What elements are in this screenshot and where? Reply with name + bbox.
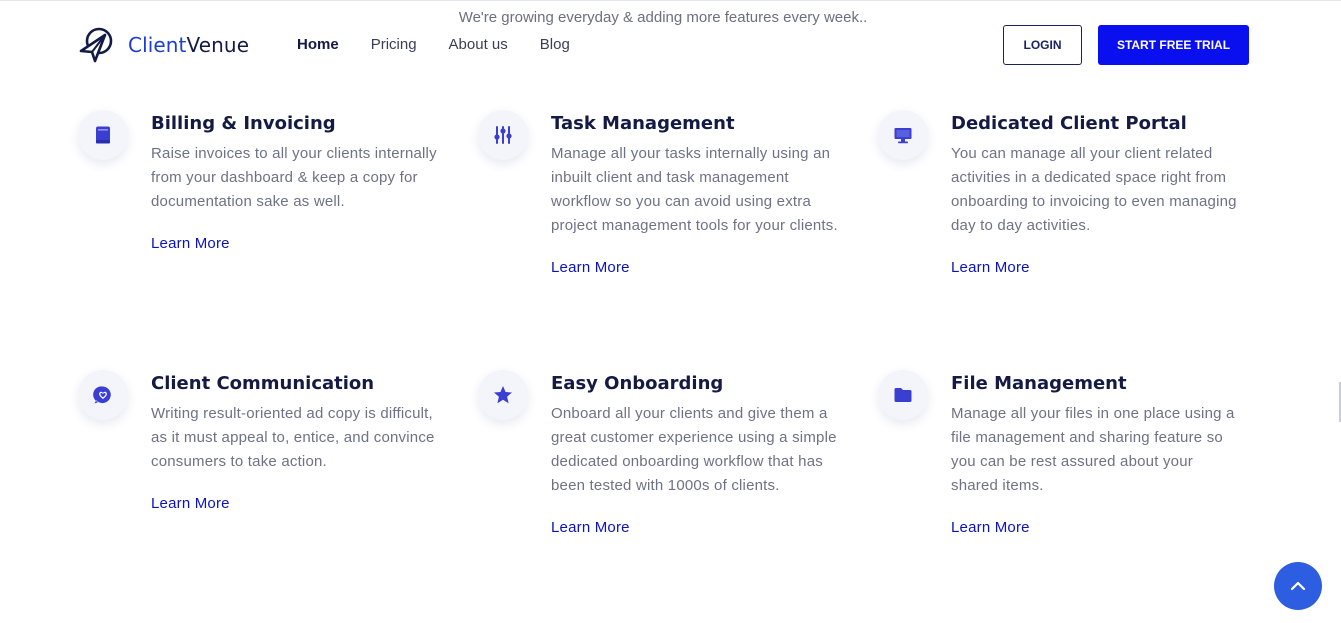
- book-icon: [96, 126, 110, 144]
- main-nav: Home Pricing About us Blog: [297, 36, 570, 53]
- brand-name-part2: Venue: [186, 33, 250, 57]
- feature-icon-badge: [878, 370, 928, 420]
- feature-title: Dedicated Client Portal: [951, 113, 1187, 134]
- feature-title: Task Management: [551, 113, 735, 134]
- feature-title: Billing & Invoicing: [151, 113, 336, 134]
- learn-more-link[interactable]: Learn More: [951, 516, 1030, 540]
- learn-more-link[interactable]: Learn More: [151, 492, 230, 516]
- feature-title: File Management: [951, 373, 1127, 394]
- feature-body: You can manage all your client related a…: [951, 142, 1241, 280]
- feature-description: Writing result-oriented ad copy is diffi…: [151, 405, 435, 470]
- brand-logo[interactable]: ClientVenue: [77, 25, 249, 65]
- feature-body: Manage all your tasks internally using a…: [551, 142, 841, 280]
- feature-body: Raise invoices to all your clients inter…: [151, 142, 441, 256]
- brand-name-part1: Client: [128, 33, 187, 57]
- feature-icon-badge: [78, 110, 128, 160]
- heart-chat-icon: [93, 386, 111, 404]
- monitor-icon: [894, 128, 912, 144]
- nav-pricing[interactable]: Pricing: [371, 36, 417, 53]
- scroll-to-top-button[interactable]: [1274, 562, 1322, 610]
- nav-about[interactable]: About us: [449, 36, 508, 53]
- star-icon: [494, 386, 512, 404]
- sliders-icon: [494, 126, 512, 144]
- chevron-up-icon: [1290, 581, 1306, 591]
- login-button[interactable]: LOGIN: [1003, 25, 1082, 65]
- feature-description: Onboard all your clients and give them a…: [551, 405, 837, 494]
- learn-more-link[interactable]: Learn More: [551, 256, 630, 280]
- learn-more-link[interactable]: Learn More: [551, 516, 630, 540]
- brand-name: ClientVenue: [128, 33, 249, 57]
- page: We're growing everyday & adding more fea…: [0, 0, 1341, 623]
- folder-icon: [894, 388, 912, 402]
- nav-home[interactable]: Home: [297, 36, 339, 53]
- feature-description: Manage all your tasks internally using a…: [551, 145, 838, 234]
- feature-title: Client Communication: [151, 373, 375, 394]
- feature-description: You can manage all your client related a…: [951, 145, 1237, 234]
- site-header: ClientVenue Home Pricing About us Blog L…: [0, 0, 1341, 90]
- feature-description: Manage all your files in one place using…: [951, 405, 1235, 494]
- learn-more-link[interactable]: Learn More: [951, 256, 1030, 280]
- nav-blog[interactable]: Blog: [540, 36, 570, 53]
- logo-icon: [79, 27, 113, 63]
- learn-more-link[interactable]: Learn More: [151, 232, 230, 256]
- feature-icon-badge: [478, 110, 528, 160]
- feature-title: Easy Onboarding: [551, 373, 724, 394]
- feature-icon-badge: [78, 370, 128, 420]
- feature-icon-badge: [878, 110, 928, 160]
- start-free-trial-button[interactable]: START FREE TRIAL: [1098, 25, 1249, 65]
- feature-icon-badge: [478, 370, 528, 420]
- feature-body: Onboard all your clients and give them a…: [551, 402, 841, 540]
- feature-body: Manage all your files in one place using…: [951, 402, 1241, 540]
- feature-description: Raise invoices to all your clients inter…: [151, 145, 437, 210]
- feature-body: Writing result-oriented ad copy is diffi…: [151, 402, 441, 516]
